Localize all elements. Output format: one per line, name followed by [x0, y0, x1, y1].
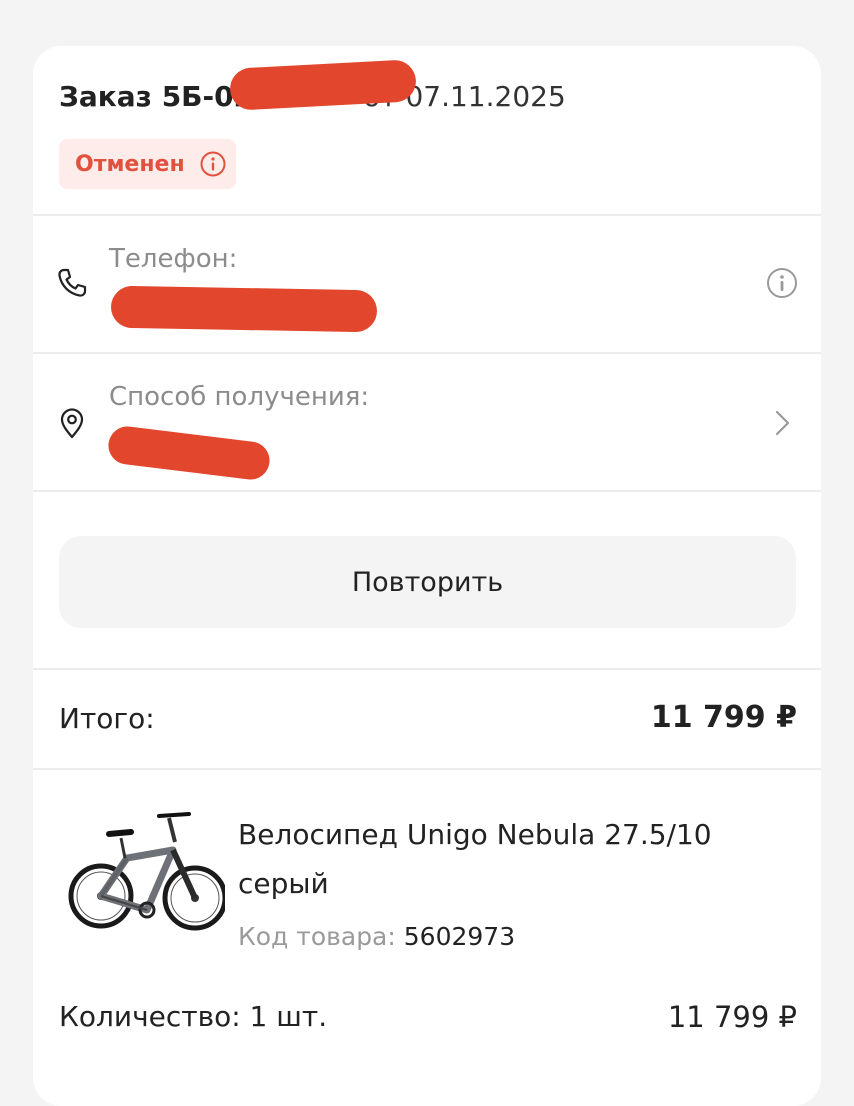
phone-row: Телефон:: [33, 216, 821, 352]
product-code-label: Код товара:: [238, 922, 396, 951]
phone-redaction: [110, 285, 378, 333]
delivery-method-redaction: [106, 424, 272, 482]
phone-icon: [58, 268, 87, 297]
quantity-text: Количество: 1 шт.: [59, 1000, 328, 1033]
bicycle-image[interactable]: [65, 798, 225, 958]
total-value: 11 799 ₽: [650, 700, 797, 735]
delivery-method-label: Способ получения:: [109, 382, 370, 412]
divider: [33, 668, 821, 670]
status-label: Отменен: [75, 151, 185, 177]
order-card: Заказ 5Б-02 от 07.11.2025 Отменен Телефон…: [33, 46, 821, 1106]
location-pin-icon: [60, 408, 84, 439]
line-price: 11 799 ₽: [667, 1000, 797, 1034]
status-badge[interactable]: Отменен: [59, 139, 236, 189]
info-icon[interactable]: [199, 150, 227, 178]
delivery-method-row[interactable]: Способ получения:: [33, 354, 821, 490]
info-icon[interactable]: [765, 266, 799, 300]
product-code: Код товара: 5602973: [238, 922, 515, 951]
divider: [33, 490, 821, 492]
total-label: Итого:: [59, 702, 155, 735]
order-header: Заказ 5Б-02 от 07.11.2025 Отменен: [33, 46, 821, 214]
phone-label: Телефон:: [109, 244, 238, 274]
divider: [33, 768, 821, 770]
chevron-right-icon[interactable]: [765, 406, 799, 440]
order-number: Заказ 5Б-02: [59, 80, 254, 113]
product-name[interactable]: Велосипед Unigo Nebula 27.5/10 серый: [238, 810, 758, 908]
repeat-order-button[interactable]: Повторить: [59, 536, 796, 628]
product-code-value: 5602973: [403, 922, 516, 951]
